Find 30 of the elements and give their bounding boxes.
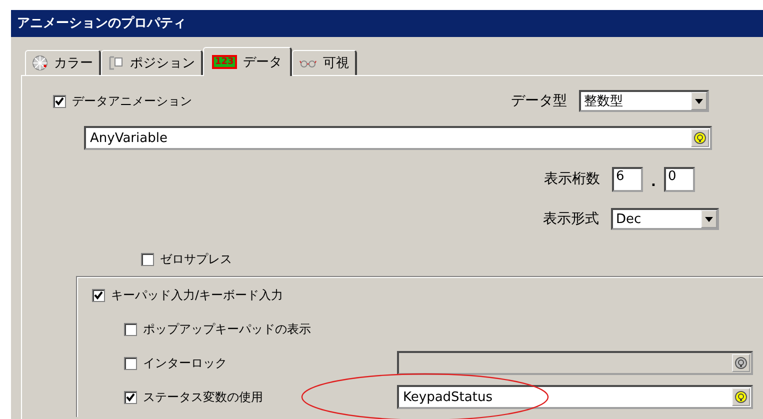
field-label: 表示桁数 bbox=[544, 170, 600, 188]
checkbox[interactable]: ポップアップキーパッドの表示 bbox=[124, 320, 397, 338]
tab[interactable]: 可視 bbox=[292, 50, 357, 75]
digits-icon: 123 bbox=[212, 55, 237, 69]
variable-field[interactable]: KeypadStatus bbox=[397, 385, 753, 409]
dropdown[interactable]: Dec bbox=[611, 208, 719, 230]
browse-button[interactable] bbox=[732, 388, 750, 406]
browse-button[interactable] bbox=[691, 129, 709, 147]
check-icon bbox=[94, 290, 103, 300]
variable-field[interactable]: AnyVariable bbox=[84, 126, 712, 150]
color-wheel-icon bbox=[32, 55, 48, 71]
checkbox[interactable]: ステータス変数の使用 bbox=[124, 388, 397, 406]
checkbox[interactable]: キーパッド入力/キーボード入力 bbox=[92, 286, 284, 304]
separator-label: . bbox=[651, 174, 656, 190]
number-field[interactable]: 6 bbox=[612, 166, 644, 192]
check-icon bbox=[55, 96, 64, 106]
dropdown[interactable]: 整数型 bbox=[579, 90, 709, 112]
check-icon bbox=[126, 392, 135, 402]
checkbox[interactable]: データアニメーション bbox=[53, 92, 192, 110]
caret-icon bbox=[705, 216, 713, 222]
number-field[interactable]: 0 bbox=[664, 166, 695, 192]
field-label: 表示形式 bbox=[543, 210, 599, 228]
window-title: アニメーションのプロパティ bbox=[11, 10, 763, 37]
tab[interactable]: 123 データ bbox=[203, 47, 292, 76]
caret-icon bbox=[695, 98, 703, 104]
checkbox[interactable]: ゼロサプレス bbox=[141, 250, 232, 268]
position-icon bbox=[108, 55, 124, 71]
tab[interactable]: カラー bbox=[25, 50, 101, 75]
checkbox[interactable]: インターロック bbox=[124, 354, 397, 372]
field-label: データ型 bbox=[511, 92, 567, 110]
